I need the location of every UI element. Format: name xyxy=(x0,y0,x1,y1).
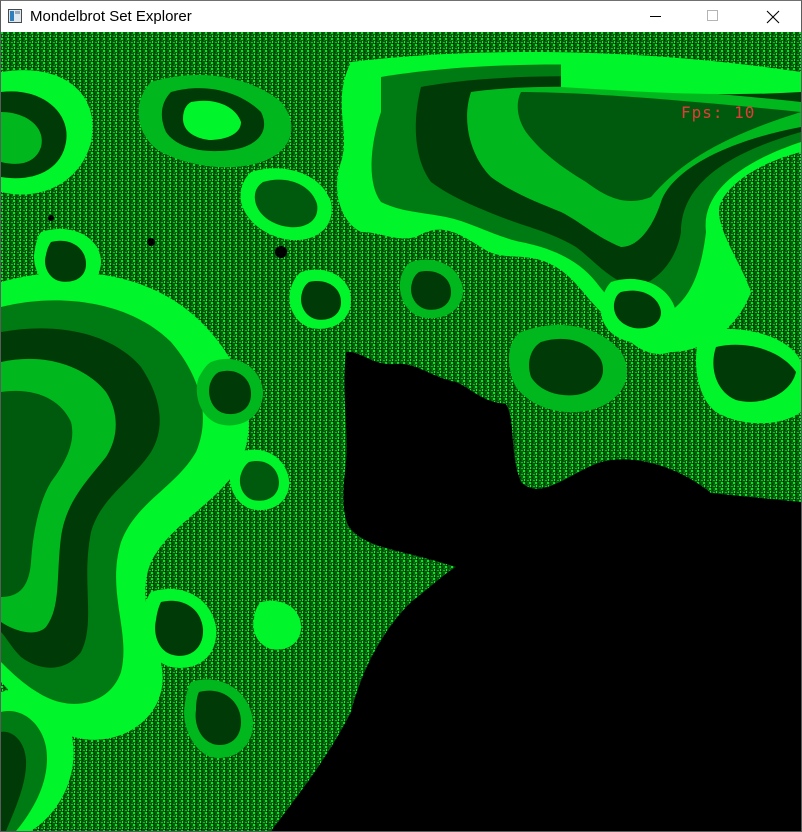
app-window: Mondelbrot Set Explorer Fps: 10 xyxy=(0,0,802,832)
minimize-button[interactable] xyxy=(633,1,679,32)
fractal-canvas[interactable]: Fps: 10 xyxy=(1,32,801,831)
mandelbrot-render xyxy=(1,32,801,831)
window-title: Mondelbrot Set Explorer xyxy=(30,8,192,25)
app-icon[interactable] xyxy=(8,9,22,23)
title-bar[interactable]: Mondelbrot Set Explorer xyxy=(1,1,801,32)
minimize-icon xyxy=(650,16,661,17)
maximize-button[interactable] xyxy=(690,1,736,32)
maximize-icon xyxy=(707,10,718,21)
fps-counter: Fps: 10 xyxy=(681,103,756,122)
close-button[interactable] xyxy=(749,1,795,32)
close-icon xyxy=(766,10,780,24)
